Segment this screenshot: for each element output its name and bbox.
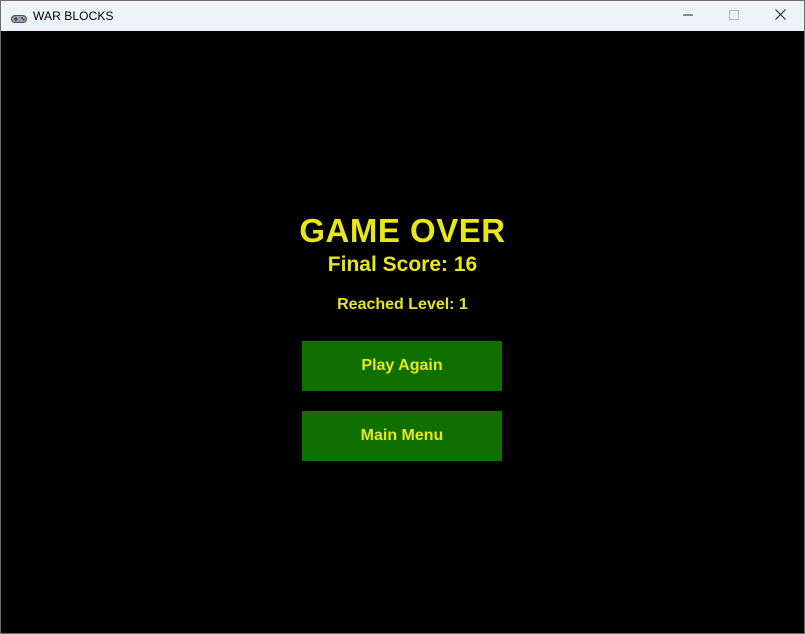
game-over-title: GAME OVER [299, 212, 506, 249]
play-again-button[interactable]: Play Again [302, 341, 502, 391]
minimize-icon [683, 7, 693, 25]
game-window: WAR BLOCKS GAME OVER Final Score: 16 Rea… [0, 0, 805, 634]
title-bar[interactable]: WAR BLOCKS [1, 1, 804, 31]
game-canvas: GAME OVER Final Score: 16 Reached Level:… [1, 31, 804, 633]
main-menu-button[interactable]: Main Menu [302, 411, 502, 461]
maximize-button[interactable] [711, 1, 757, 31]
window-title: WAR BLOCKS [33, 9, 114, 23]
reached-level-text: Reached Level: 1 [337, 296, 468, 313]
final-score-text: Final Score: 16 [327, 253, 478, 276]
maximize-icon [729, 7, 739, 25]
minimize-button[interactable] [665, 1, 711, 31]
main-menu-label: Main Menu [360, 427, 444, 444]
gamepad-icon [11, 11, 27, 23]
close-icon [774, 7, 786, 25]
close-button[interactable] [757, 1, 803, 31]
play-again-label: Play Again [361, 357, 443, 374]
